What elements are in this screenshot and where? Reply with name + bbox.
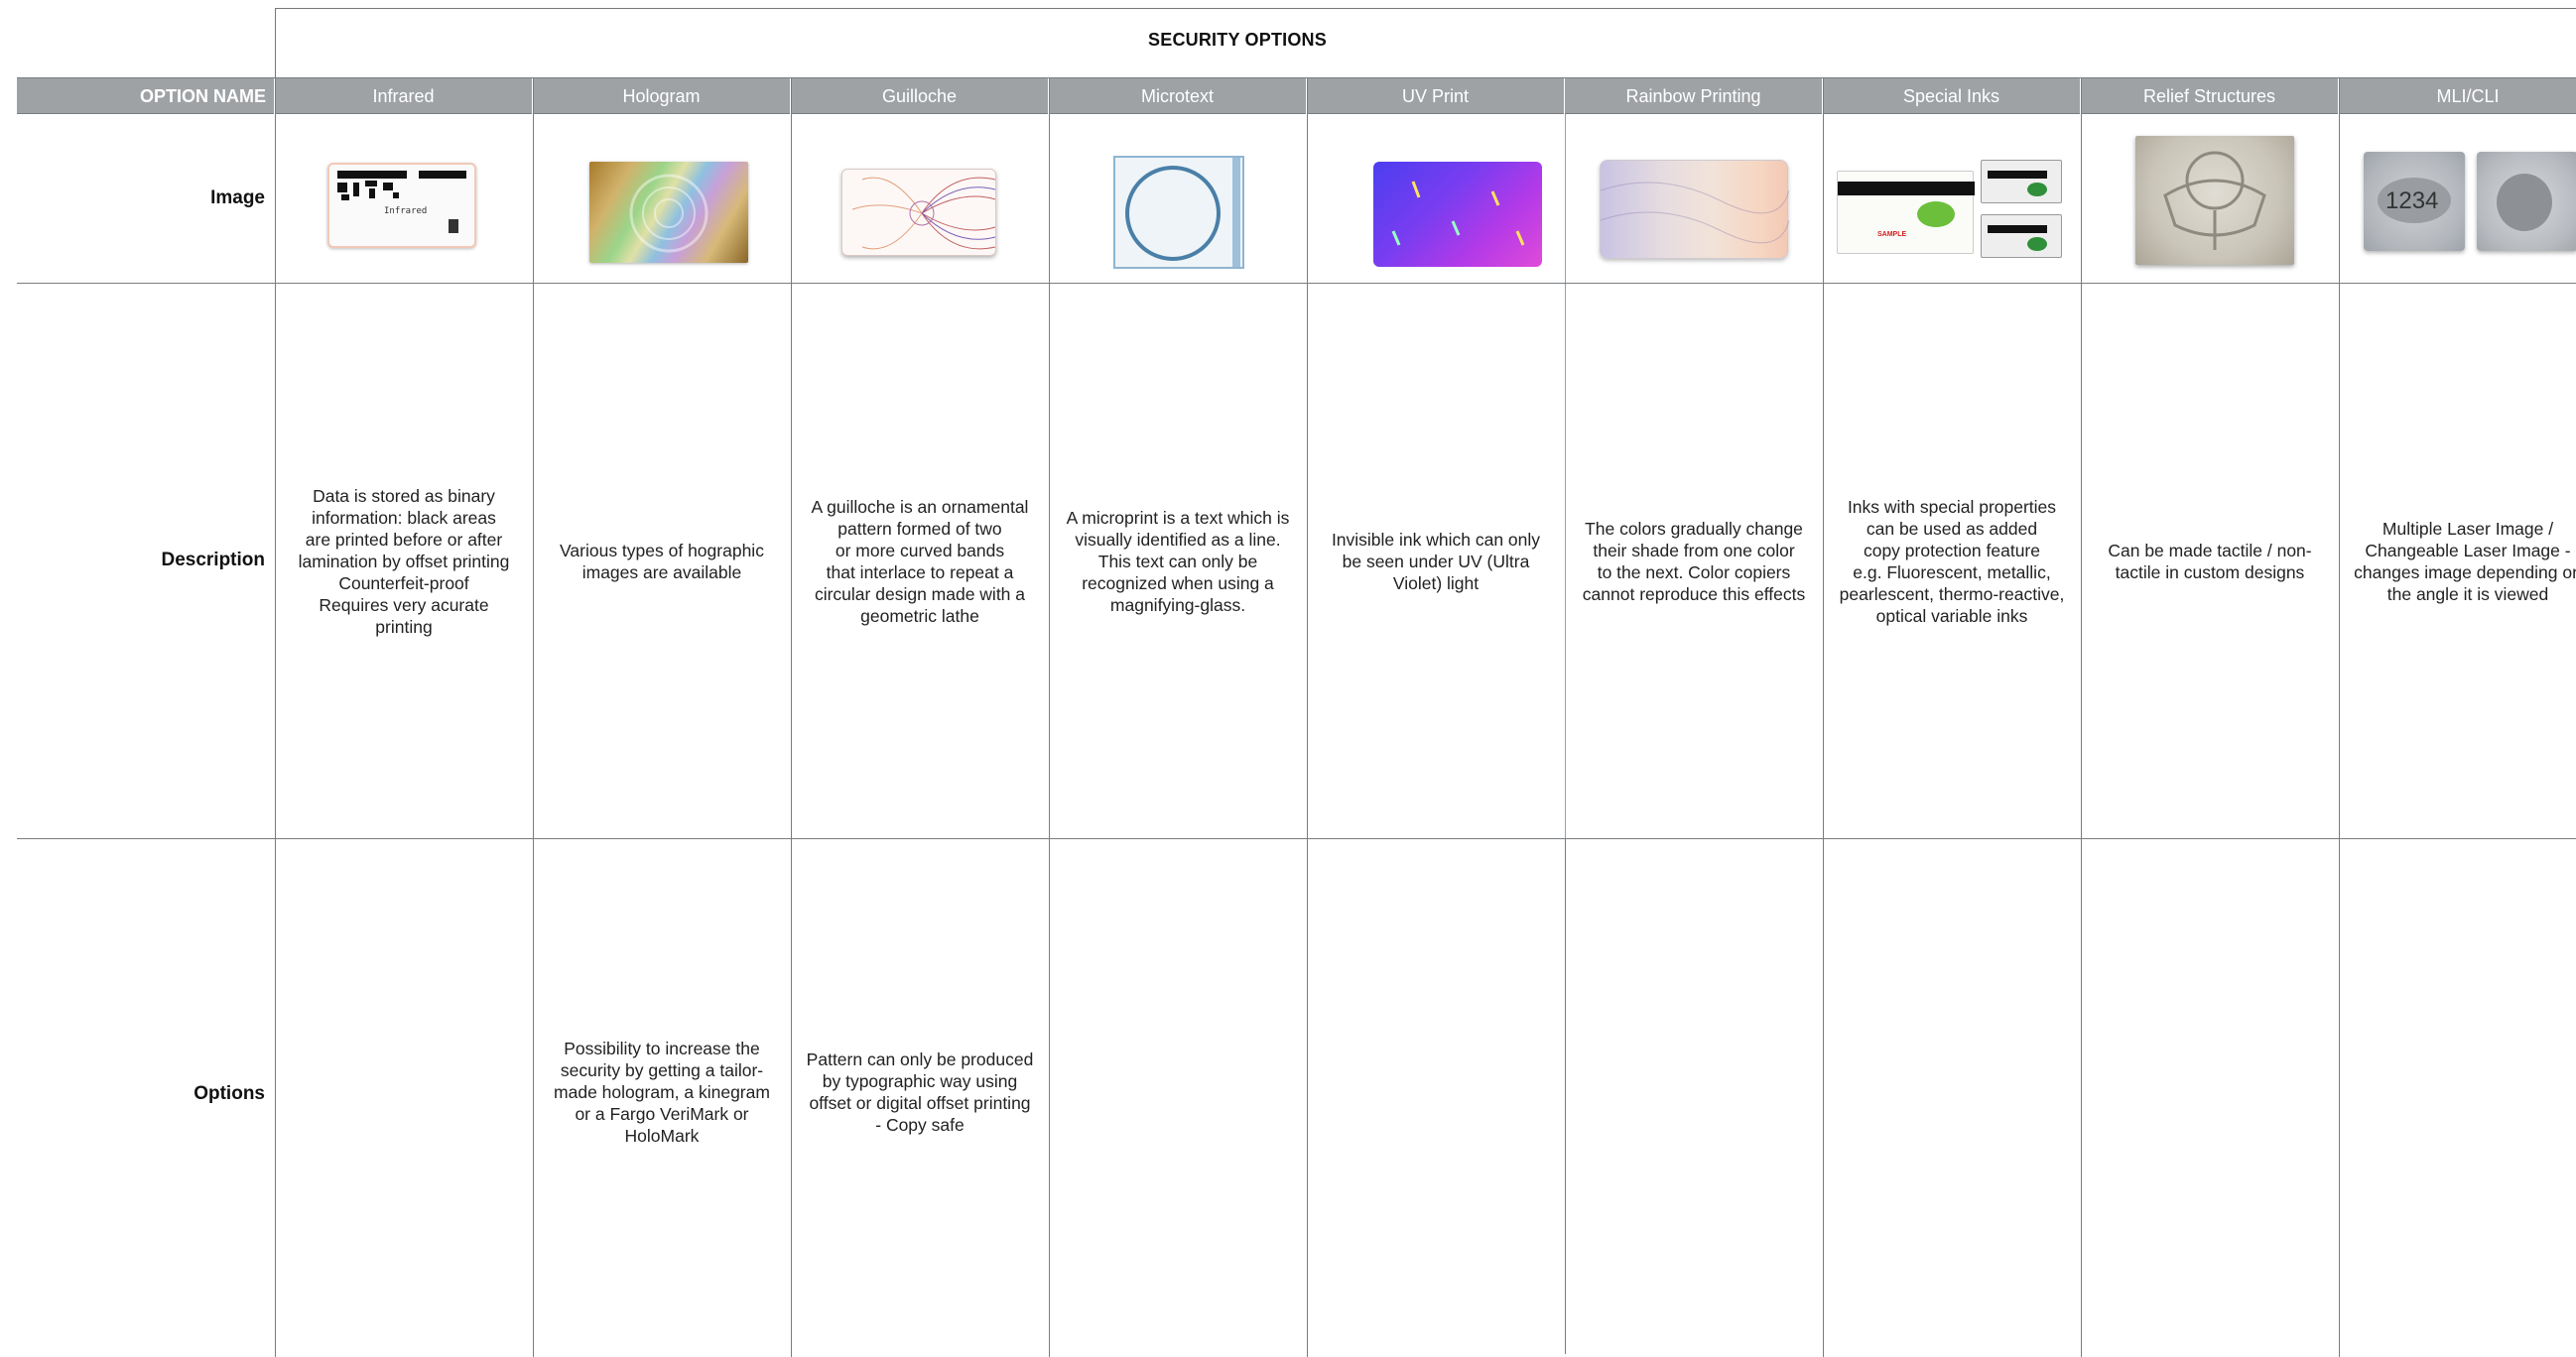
options-hologram: Possibility to increase the security by … (554, 1039, 770, 1146)
description-hologram: Various types of hographic images are av… (560, 540, 764, 582)
table-title: SECURITY OPTIONS (1148, 30, 1327, 50)
guilloche-card-thumbnail (841, 169, 996, 256)
infrared-image-text: Infrared (384, 206, 428, 216)
special-inks-image-text: SAMPLE (1877, 231, 1907, 238)
options-special-inks (1823, 839, 2081, 1345)
rainbow-printing-card-thumbnail (1600, 160, 1789, 259)
header-rainbow-printing: Rainbow Printing (1565, 78, 1823, 115)
options-rainbow-printing (1565, 839, 1823, 1345)
row-label-description: Description (161, 550, 265, 570)
row-label-image: Image (210, 187, 265, 208)
header-guilloche: Guilloche (791, 78, 1049, 115)
header-option-name: OPTION NAME (17, 78, 275, 115)
description-rainbow-printing: The colors gradually change their shade … (1582, 518, 1806, 604)
header-microtext: Microtext (1049, 78, 1307, 115)
options-relief-structures (2081, 839, 2339, 1345)
mli-cli-card-thumbnail: 1234 (2364, 152, 2465, 251)
hologram-card-thumbnail (589, 162, 748, 263)
description-mli-cli: Multiple Laser Image / Changeable Laser … (2354, 518, 2576, 604)
infrared-card-thumbnail: Infrared (327, 163, 476, 248)
description-guilloche: A guilloche is an ornamental pattern for… (811, 496, 1029, 626)
header-uv-print: UV Print (1307, 78, 1565, 115)
options-infrared (275, 839, 533, 1345)
options-uv-print (1307, 839, 1565, 1345)
options-microtext (1049, 839, 1307, 1345)
special-inks-detail-thumbnail (1981, 160, 2062, 203)
options-guilloche: Pattern can only be produced by typograp… (806, 1049, 1034, 1135)
header-infrared: Infrared (275, 78, 533, 115)
description-infrared: Data is stored as binary information: bl… (298, 485, 510, 637)
relief-seal-thumbnail (2135, 136, 2294, 265)
special-inks-card-thumbnail: SAMPLE (1837, 171, 1975, 254)
header-hologram: Hologram (533, 78, 791, 115)
header-special-inks: Special Inks (1823, 78, 2081, 115)
microtext-card-thumbnail (1113, 156, 1244, 269)
mli-cli-portrait-thumbnail (2477, 152, 2576, 251)
mli-cli-image-text: 1234 (2385, 187, 2439, 214)
header-relief-structures: Relief Structures (2081, 78, 2339, 115)
options-mli-cli (2339, 839, 2576, 1345)
uv-print-card-thumbnail (1373, 162, 1542, 267)
row-label-options: Options (193, 1083, 265, 1104)
description-relief-structures: Can be made tactile / non- tactile in cu… (2108, 540, 2312, 582)
description-special-inks: Inks with special properties can be used… (1839, 496, 2065, 626)
header-mli-cli: MLI/CLI (2436, 86, 2500, 106)
header-row: OPTION NAME Infrared Hologram Guilloche … (17, 77, 2576, 115)
description-microtext: A microprint is a text which is visually… (1066, 507, 1290, 615)
special-inks-detail-thumbnail (1981, 214, 2062, 258)
description-uv-print: Invisible ink which can only be seen und… (1331, 529, 1541, 593)
